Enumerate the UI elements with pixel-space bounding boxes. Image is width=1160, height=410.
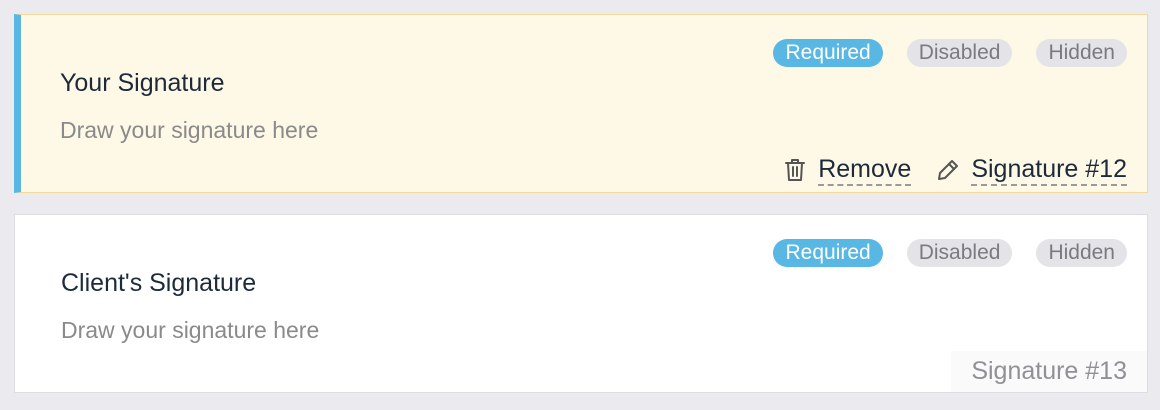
pencil-icon: [935, 157, 961, 183]
field-badges: Required Disabled Hidden: [773, 39, 1127, 67]
field-name-label: Signature #13: [951, 351, 1147, 392]
required-badge[interactable]: Required: [773, 39, 883, 67]
remove-label: Remove: [818, 154, 912, 186]
disabled-badge[interactable]: Disabled: [906, 239, 1013, 267]
hidden-badge[interactable]: Hidden: [1036, 39, 1127, 67]
field-title: Client's Signature: [61, 269, 257, 297]
signature-field-inactive[interactable]: Client's Signature Draw your signature h…: [14, 214, 1148, 393]
signature-field-active[interactable]: Your Signature Draw your signature here …: [14, 14, 1148, 193]
field-actions: Remove Signature #12: [782, 154, 1127, 186]
remove-button[interactable]: Remove: [782, 154, 912, 186]
field-placeholder: Draw your signature here: [60, 117, 319, 143]
required-badge[interactable]: Required: [773, 239, 883, 267]
field-badges: Required Disabled Hidden: [773, 239, 1127, 267]
field-name-label: Signature #12: [971, 154, 1127, 186]
disabled-badge[interactable]: Disabled: [906, 39, 1013, 67]
hidden-badge[interactable]: Hidden: [1036, 239, 1127, 267]
field-name-edit[interactable]: Signature #12: [935, 154, 1127, 186]
trash-icon: [782, 157, 808, 183]
field-placeholder: Draw your signature here: [61, 317, 320, 343]
field-title: Your Signature: [60, 69, 225, 97]
